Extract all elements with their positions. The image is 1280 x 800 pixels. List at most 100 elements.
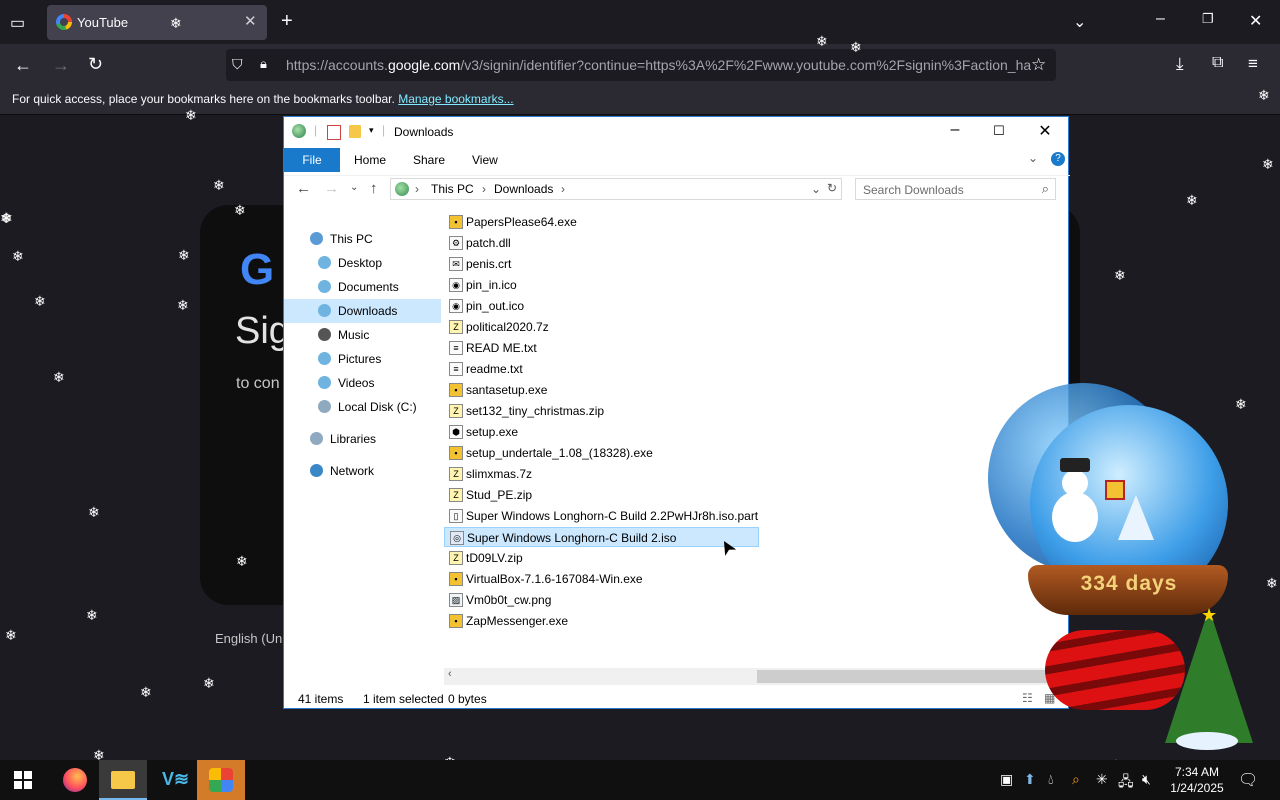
ico-icon: ◉ <box>449 299 463 313</box>
breadcrumb-this-pc[interactable]: This PC <box>431 182 474 196</box>
close-window-icon[interactable]: ✕ <box>1249 11 1262 31</box>
address-bar[interactable]: › This PC › Downloads › ⌄ ↻ <box>390 178 842 200</box>
text-file-icon: ≡ <box>449 362 463 376</box>
tab-view[interactable]: View <box>472 153 498 167</box>
tab-list-icon[interactable]: ▭ <box>10 13 25 33</box>
pictures-icon <box>318 352 331 365</box>
network-icon[interactable]: 🖧︎ <box>1118 771 1134 795</box>
new-folder-icon[interactable] <box>349 125 361 138</box>
file-name: penis.crt <box>466 257 512 271</box>
droplet-icon[interactable]: 💧︎ <box>1048 771 1054 788</box>
chevron-right-icon[interactable]: › <box>561 182 565 196</box>
extensions-icon[interactable]: ⧉ <box>1212 54 1223 72</box>
file-name: PapersPlease64.exe <box>466 215 577 229</box>
sidebar-item-label: Downloads <box>338 304 398 318</box>
tray-search-icon[interactable]: ⌕ <box>1072 771 1080 788</box>
restore-icon[interactable]: ❐ <box>1202 11 1214 27</box>
snowflake-tray-icon[interactable]: ✳ <box>1096 771 1108 788</box>
sidebar-item-pictures[interactable]: Pictures <box>284 347 441 371</box>
clock-date: 1/24/2025 <box>1170 781 1224 795</box>
list-all-tabs-icon[interactable]: ⌄ <box>1073 12 1086 32</box>
downloads-icon <box>318 304 331 317</box>
snowflake-icon: ❄ <box>140 684 152 700</box>
tray-app-icon[interactable]: ⬆ <box>1024 771 1036 788</box>
scroll-thumb[interactable] <box>757 670 1057 683</box>
maximize-icon[interactable]: ☐ <box>984 123 1014 139</box>
file-row[interactable]: ◎ Super Windows Longhorn-C Build 2.iso <box>444 527 759 547</box>
sidebar-item-local-disk-c[interactable]: Local Disk (C:) <box>284 395 441 419</box>
taskbar-file-explorer[interactable] <box>99 760 147 800</box>
file-name: ZapMessenger.exe <box>466 614 569 628</box>
chevron-right-icon[interactable]: › <box>482 182 486 196</box>
forward-icon[interactable]: → <box>52 55 70 76</box>
notifications-icon[interactable]: 🗨︎ <box>1238 770 1258 790</box>
address-dropdown-icon[interactable]: ⌄ <box>811 182 821 196</box>
tab-home[interactable]: Home <box>354 153 386 167</box>
snowflake-icon: ❄ <box>203 675 215 691</box>
file-name: setup_undertale_1.08_(18328).exe <box>466 446 653 460</box>
bookmark-star-icon[interactable]: ☆ <box>1031 55 1046 75</box>
volume-muted-icon[interactable]: 🔇︎ <box>1142 771 1151 788</box>
horizontal-scrollbar[interactable]: ‹ <box>444 668 1069 685</box>
reload-icon[interactable]: ↻ <box>88 54 103 75</box>
shield-icon[interactable]: ⛉ <box>232 56 243 73</box>
snowman-hat <box>1060 458 1090 472</box>
gift-icon <box>1105 480 1125 500</box>
snowflake-icon: ❄ <box>185 107 197 123</box>
sidebar-item-this-pc[interactable]: This PC <box>284 227 441 251</box>
sidebar-item-network[interactable]: Network <box>284 459 441 483</box>
language-selector[interactable]: English (Uni <box>215 631 285 646</box>
search-downloads-input[interactable]: Search Downloads ⌕ <box>855 178 1056 200</box>
url-text[interactable]: https://accounts.google.com/v3/signin/id… <box>286 57 1031 73</box>
recent-locations-icon[interactable]: ⌄ <box>350 182 358 193</box>
properties-icon[interactable] <box>327 125 341 140</box>
new-tab-icon[interactable]: + <box>281 10 293 33</box>
file-name: Super Windows Longhorn-C Build 2.2PwHJr8… <box>466 509 759 523</box>
tab-close-icon[interactable]: ✕ <box>244 12 257 30</box>
details-view-icon[interactable]: ☷ <box>1022 691 1033 705</box>
sidebar-item-downloads[interactable]: Downloads <box>284 299 441 323</box>
explorer-app-icon <box>292 124 306 138</box>
refresh-icon[interactable]: ↻ <box>827 181 837 195</box>
back-icon[interactable]: ← <box>296 180 311 197</box>
tab-share[interactable]: Share <box>413 153 445 167</box>
file-name: tD09LV.zip <box>466 551 523 565</box>
libraries-icon <box>310 432 323 445</box>
archive-icon: Z <box>449 404 463 418</box>
forward-icon[interactable]: → <box>324 180 339 197</box>
minimize-icon[interactable]: – <box>940 121 970 139</box>
sidebar-item-libraries[interactable]: Libraries <box>284 427 441 451</box>
back-icon[interactable]: ← <box>14 55 32 76</box>
taskbar-app[interactable]: V≋ <box>149 760 197 800</box>
start-button-icon[interactable] <box>14 771 32 789</box>
taskbar-app[interactable] <box>197 760 245 800</box>
christmas-tree-icon <box>1165 608 1253 743</box>
tray-app-icon[interactable]: ▣ <box>1000 771 1013 788</box>
expand-ribbon-icon[interactable]: ⌄ <box>1028 151 1038 165</box>
sidebar-item-label: Local Disk (C:) <box>338 400 417 414</box>
sidebar-item-videos[interactable]: Videos <box>284 371 441 395</box>
minimize-icon[interactable]: – <box>1156 10 1165 28</box>
tab-file[interactable]: File <box>284 148 340 172</box>
chevron-right-icon[interactable]: › <box>415 182 419 196</box>
sidebar-item-documents[interactable]: Documents <box>284 275 441 299</box>
sidebar-item-desktop[interactable]: Desktop <box>284 251 441 275</box>
sidebar-item-music[interactable]: Music <box>284 323 441 347</box>
google-favicon-icon <box>56 14 72 30</box>
lock-icon[interactable]: 🔒︎ <box>260 56 267 72</box>
clock[interactable]: 7:34 AM 1/24/2025 <box>1166 764 1228 796</box>
taskbar-firefox[interactable] <box>51 760 99 800</box>
downloads-icon[interactable]: ⤓ <box>1176 54 1184 74</box>
quick-access-dropdown-icon[interactable]: ▾ <box>369 125 374 136</box>
scroll-left-icon[interactable]: ‹ <box>448 668 452 680</box>
breadcrumb-downloads[interactable]: Downloads <box>494 182 553 196</box>
menu-icon[interactable]: ≡ <box>1248 54 1258 74</box>
up-icon[interactable]: ↑ <box>370 180 378 197</box>
tab-youtube[interactable]: YouTube ✕ <box>47 5 267 40</box>
close-icon[interactable]: ✕ <box>1030 121 1060 141</box>
help-icon[interactable]: ? <box>1051 152 1065 166</box>
snowy-tree-icon <box>1118 495 1154 540</box>
manage-bookmarks-link[interactable]: Manage bookmarks... <box>398 92 513 106</box>
url-bar[interactable]: ⛉ 🔒︎ https://accounts.google.com/v3/sign… <box>226 49 1056 81</box>
search-icon[interactable]: ⌕ <box>1042 181 1049 197</box>
